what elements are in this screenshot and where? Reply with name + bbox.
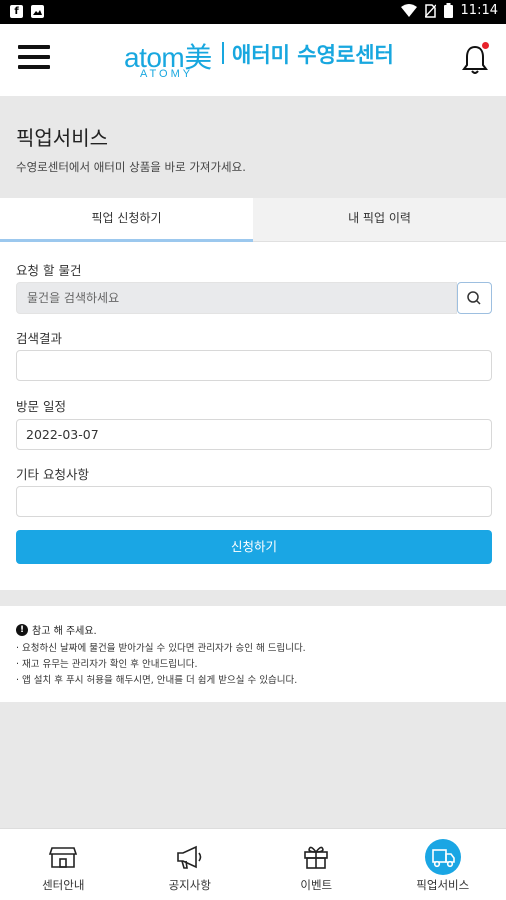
nav-label: 이벤트 xyxy=(300,878,333,892)
nav-label: 센터안내 xyxy=(42,878,85,892)
facebook-icon: f xyxy=(10,5,23,18)
notice-title: ! 참고 해 주세요. xyxy=(16,622,97,637)
truck-icon xyxy=(424,839,461,875)
etc-request-field[interactable] xyxy=(16,486,492,517)
no-sim-icon xyxy=(424,3,436,18)
nav-label: 공지사항 xyxy=(168,878,211,892)
notice-line: · 재고 유무는 관리자가 확인 후 안내드립니다. xyxy=(16,659,198,670)
visit-date-field[interactable]: 2022-03-07 xyxy=(16,419,492,450)
nav-center-info[interactable]: 센터안내 xyxy=(0,829,127,900)
tab-pickup-history[interactable]: 내 픽업 이력 xyxy=(253,198,506,242)
submit-button[interactable]: 신청하기 xyxy=(16,530,492,564)
center-name: 애터미 수영로센터 xyxy=(232,43,394,67)
item-label: 요청 할 물건 xyxy=(16,263,82,278)
search-icon xyxy=(467,291,481,305)
visit-date-label: 방문 일정 xyxy=(16,399,66,414)
nav-event[interactable]: 이벤트 xyxy=(253,829,380,900)
notification-bell-button[interactable] xyxy=(460,42,490,76)
megaphone-icon xyxy=(176,845,202,869)
status-bar: f 11:14 xyxy=(0,0,506,24)
logo-divider xyxy=(222,42,224,64)
atomy-logo: atom美 ATOMY 애터미 수영로센터 xyxy=(124,36,394,86)
page-subtitle: 수영로센터에서 애터미 상품을 바로 가져가세요. xyxy=(16,160,246,174)
notice-box: ! 참고 해 주세요. · 요청하신 날짜에 물건을 받아가실 수 있다면 관리… xyxy=(0,606,506,702)
app-header: atom美 ATOMY 애터미 수영로센터 xyxy=(0,24,506,96)
wifi-icon xyxy=(400,4,417,17)
item-search-input[interactable]: 물건을 검색하세요 xyxy=(16,282,457,314)
gift-icon xyxy=(304,846,329,869)
notice-title-text: 참고 해 주세요. xyxy=(32,626,97,637)
nav-pickup-service[interactable]: 픽업서비스 xyxy=(380,829,506,900)
info-icon: ! xyxy=(16,623,28,636)
item-search: 물건을 검색하세요 xyxy=(16,282,492,314)
notice-line: · 앱 설치 후 푸시 허용을 해두시면, 안내를 더 쉽게 받으실 수 있습니… xyxy=(16,675,298,686)
notification-badge xyxy=(482,42,489,49)
pickup-form: 요청 할 물건 물건을 검색하세요 검색결과 방문 일정 2022-03-07 … xyxy=(0,242,506,590)
battery-icon xyxy=(443,3,453,18)
brand-subtext: ATOMY xyxy=(140,68,194,80)
page-title: 픽업서비스 xyxy=(16,126,108,150)
notice-line: · 요청하신 날짜에 물건을 받아가실 수 있다면 관리자가 승인 해 드립니다… xyxy=(16,643,306,654)
etc-request-label: 기타 요청사항 xyxy=(16,467,89,482)
bottom-navigation: 센터안내 공지사항 이벤트 픽업서비스 xyxy=(0,828,506,900)
tab-pickup-request[interactable]: 픽업 신청하기 xyxy=(0,198,253,242)
hamburger-menu-button[interactable] xyxy=(18,45,50,73)
page-header: 픽업서비스 수영로센터에서 애터미 상품을 바로 가져가세요. xyxy=(0,96,506,198)
result-label: 검색결과 xyxy=(16,331,63,346)
search-button[interactable] xyxy=(457,282,492,314)
nav-notice[interactable]: 공지사항 xyxy=(127,829,254,900)
clock: 11:14 xyxy=(460,3,498,18)
image-icon xyxy=(31,5,44,18)
search-result-field[interactable] xyxy=(16,350,492,381)
store-icon xyxy=(49,847,78,868)
tab-bar: 픽업 신청하기 내 픽업 이력 xyxy=(0,198,506,242)
nav-label: 픽업서비스 xyxy=(416,878,470,892)
